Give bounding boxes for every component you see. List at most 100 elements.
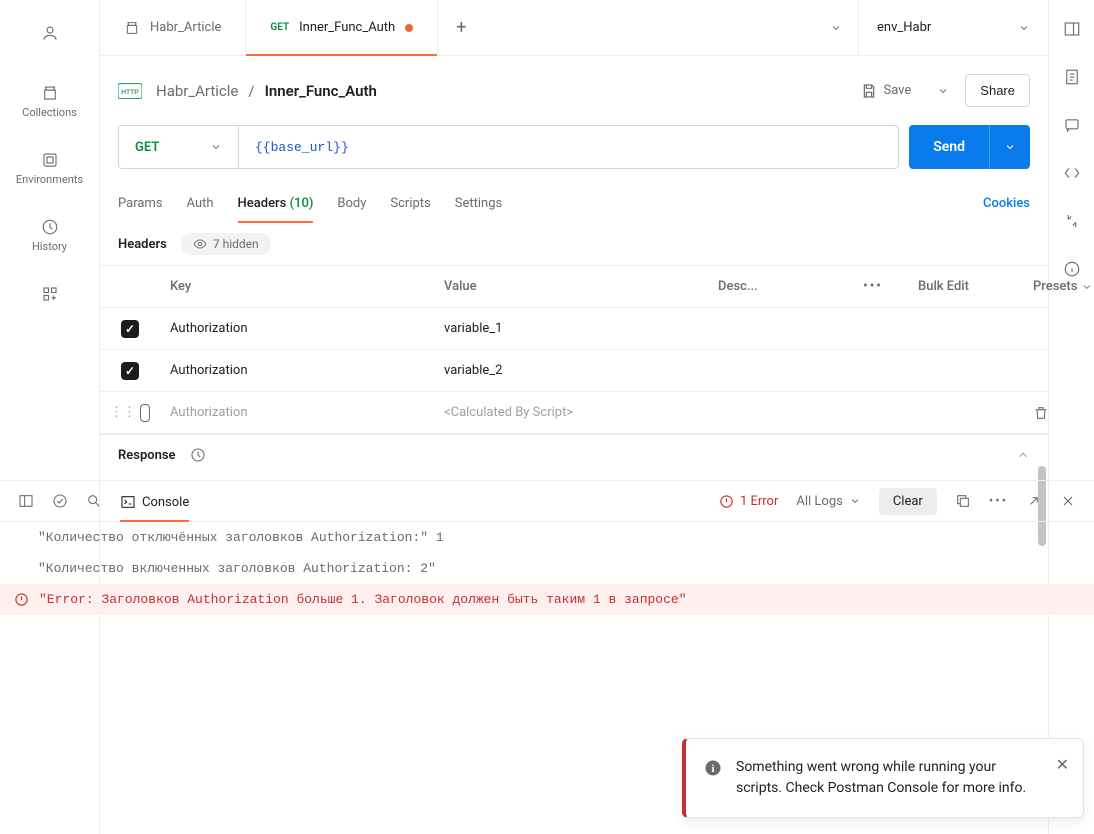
sidebar-item-more[interactable] bbox=[0, 279, 99, 309]
breadcrumb-separator: / bbox=[248, 82, 254, 100]
tab-headers[interactable]: Headers (10) bbox=[238, 183, 314, 223]
header-key-cell[interactable]: Authorization bbox=[160, 363, 434, 378]
presets-button[interactable]: Presets bbox=[1023, 279, 1094, 294]
breadcrumb-parent[interactable]: Habr_Article bbox=[156, 82, 238, 100]
sidebar-item-environments[interactable]: Environments bbox=[0, 145, 99, 192]
toast-text: Something went wrong while running your … bbox=[736, 757, 1043, 799]
collapse-response-button[interactable] bbox=[1016, 448, 1030, 462]
hidden-count-label: 7 hidden bbox=[213, 237, 259, 251]
comments-icon[interactable] bbox=[1063, 116, 1081, 134]
close-console-button[interactable] bbox=[1060, 493, 1076, 509]
headers-table: Key Value Desc... ••• Bulk Edit Presets … bbox=[100, 265, 1048, 434]
bulk-edit-button[interactable]: Bulk Edit bbox=[908, 279, 1023, 294]
tab-label: Inner_Func_Auth bbox=[299, 20, 395, 35]
request-tabs: Params Auth Headers (10) Body Scripts Se… bbox=[100, 183, 1048, 223]
error-count-label: 1 Error bbox=[740, 494, 778, 509]
header-value-cell[interactable]: variable_2 bbox=[434, 363, 708, 378]
close-toast-button[interactable]: ✕ bbox=[1056, 753, 1069, 777]
url-input[interactable]: {{base_url}} bbox=[239, 126, 898, 168]
svg-text:HTTP: HTTP bbox=[121, 89, 139, 96]
more-options-button[interactable]: ••• bbox=[989, 494, 1008, 509]
console-icon bbox=[120, 494, 136, 510]
header-enabled-checkbox[interactable] bbox=[121, 362, 139, 380]
table-draft-row: ⋮⋮ Authorization <Calculated By Script> bbox=[100, 392, 1048, 434]
method-dropdown[interactable]: GET bbox=[119, 126, 239, 168]
console-error-text: "Error: Заголовков Authorization больше … bbox=[39, 592, 687, 607]
new-tab-button[interactable]: + bbox=[438, 17, 484, 38]
expand-icon[interactable] bbox=[1026, 493, 1042, 509]
tab-inner-func-auth[interactable]: GET Inner_Func_Auth bbox=[246, 0, 438, 56]
header-value-cell[interactable]: variable_1 bbox=[434, 321, 708, 336]
sidebar-item-history[interactable]: History bbox=[0, 212, 99, 259]
console-bar: Console 1 Error All Logs Clear ••• bbox=[0, 480, 1094, 522]
tab-headers-count: (10) bbox=[290, 196, 314, 211]
delete-row-button[interactable] bbox=[1033, 405, 1049, 421]
console-tab[interactable]: Console bbox=[120, 480, 189, 522]
drag-handle-icon[interactable]: ⋮⋮ bbox=[110, 405, 136, 420]
send-button-group: Send bbox=[909, 125, 1030, 169]
tab-headers-label: Headers bbox=[238, 196, 287, 211]
log-filter-dropdown[interactable]: All Logs bbox=[796, 494, 860, 509]
send-button[interactable]: Send bbox=[909, 125, 990, 169]
chevron-down-icon bbox=[849, 495, 861, 507]
col-key: Key bbox=[160, 279, 434, 294]
tab-body[interactable]: Body bbox=[337, 183, 366, 223]
tab-habr-article[interactable]: Habr_Article bbox=[100, 0, 246, 56]
clear-button[interactable]: Clear bbox=[879, 488, 937, 515]
method-label: GET bbox=[135, 140, 159, 155]
sync-icon[interactable] bbox=[1063, 212, 1081, 230]
share-button[interactable]: Share bbox=[965, 74, 1030, 107]
tab-params[interactable]: Params bbox=[118, 183, 163, 223]
tab-auth[interactable]: Auth bbox=[187, 183, 214, 223]
save-icon bbox=[861, 83, 877, 99]
header-enabled-checkbox[interactable] bbox=[140, 404, 150, 422]
col-value: Value bbox=[434, 279, 708, 294]
hidden-headers-toggle[interactable]: 7 hidden bbox=[181, 233, 271, 255]
panel-layout-icon[interactable] bbox=[18, 493, 34, 509]
save-dropdown[interactable] bbox=[929, 85, 957, 97]
copy-icon[interactable] bbox=[955, 493, 971, 509]
search-icon[interactable] bbox=[86, 493, 102, 509]
header-value-cell[interactable]: <Calculated By Script> bbox=[434, 405, 708, 420]
http-icon: HTTP bbox=[118, 83, 142, 99]
unsaved-dot-icon bbox=[405, 24, 413, 32]
info-icon[interactable] bbox=[1063, 260, 1081, 278]
response-section: Response bbox=[100, 434, 1048, 475]
method-badge: GET bbox=[270, 22, 289, 33]
sidebar-label-environments: Environments bbox=[16, 173, 83, 186]
tab-settings[interactable]: Settings bbox=[455, 183, 502, 223]
breadcrumb-current: Inner_Func_Auth bbox=[265, 82, 377, 100]
header-key-cell[interactable]: Authorization bbox=[160, 321, 434, 336]
code-icon[interactable] bbox=[1063, 164, 1081, 182]
response-history-icon[interactable] bbox=[190, 447, 206, 463]
panel-icon[interactable] bbox=[1063, 20, 1081, 38]
user-icon[interactable] bbox=[0, 18, 99, 48]
test-results-icon[interactable] bbox=[52, 493, 68, 509]
col-desc: Desc... bbox=[708, 279, 838, 294]
error-badge[interactable]: 1 Error bbox=[719, 494, 778, 509]
header-key-cell[interactable]: Authorization bbox=[160, 405, 434, 420]
save-label: Save bbox=[883, 83, 911, 98]
tabs-dropdown[interactable] bbox=[814, 22, 858, 34]
all-logs-label: All Logs bbox=[796, 494, 842, 509]
environment-selector[interactable]: env_Habr bbox=[858, 0, 1048, 56]
col-more-button[interactable]: ••• bbox=[838, 279, 908, 294]
chevron-down-icon bbox=[1018, 22, 1030, 34]
top-tabs: Habr_Article GET Inner_Func_Auth + env_H… bbox=[100, 0, 1048, 56]
docs-icon[interactable] bbox=[1063, 68, 1081, 86]
console-log-line: "Количество отключённых заголовков Autho… bbox=[0, 522, 1094, 553]
error-icon bbox=[14, 592, 29, 607]
save-button[interactable]: Save bbox=[851, 77, 921, 105]
cookies-link[interactable]: Cookies bbox=[983, 196, 1030, 211]
request-main: HTTP Habr_Article / Inner_Func_Auth Save… bbox=[100, 56, 1048, 480]
header-enabled-checkbox[interactable] bbox=[121, 320, 139, 338]
tab-scripts[interactable]: Scripts bbox=[390, 183, 430, 223]
sidebar-label-history: History bbox=[32, 240, 67, 253]
url-box: GET {{base_url}} bbox=[118, 125, 899, 169]
table-header-row: Key Value Desc... ••• Bulk Edit Presets bbox=[100, 266, 1048, 308]
sidebar-item-collections[interactable]: Collections bbox=[0, 78, 99, 125]
chevron-down-icon bbox=[1004, 141, 1016, 153]
send-dropdown[interactable] bbox=[990, 125, 1030, 169]
headers-title: Headers bbox=[118, 237, 167, 252]
table-row: Authorization variable_2 bbox=[100, 350, 1048, 392]
